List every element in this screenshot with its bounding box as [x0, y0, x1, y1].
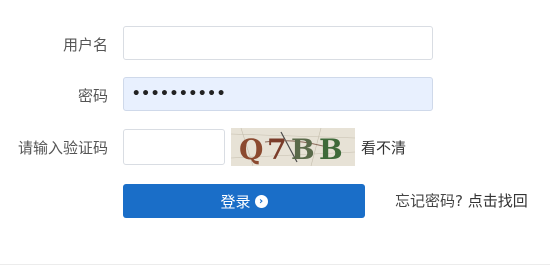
- login-button-label: 登录: [220, 192, 251, 211]
- recover-password-link[interactable]: 点击找回: [468, 192, 528, 210]
- captcha-image[interactable]: Q 7 B B: [231, 128, 355, 166]
- captcha-char: Q: [239, 133, 263, 166]
- password-input[interactable]: [123, 77, 433, 111]
- login-form: 用户名 密码 请输入验证码 Q 7 B B 看不清 登录 › 忘记密码? 点击找…: [0, 0, 550, 265]
- username-label: 用户名: [62, 36, 108, 54]
- login-button[interactable]: 登录 ›: [123, 184, 365, 218]
- username-input[interactable]: [123, 26, 433, 60]
- captcha-char: B: [319, 133, 343, 166]
- arrow-circle-right-icon: ›: [254, 194, 268, 208]
- captcha-char: 7: [267, 133, 286, 166]
- captcha-input[interactable]: [123, 129, 225, 165]
- forgot-password-row: 忘记密码? 点击找回: [395, 190, 528, 211]
- refresh-captcha-link[interactable]: 看不清: [361, 137, 406, 158]
- password-label: 密码: [77, 87, 108, 105]
- captcha-label: 请输入验证码: [17, 139, 108, 157]
- captcha-char: B: [291, 133, 315, 166]
- forgot-password-text: 忘记密码?: [395, 192, 463, 210]
